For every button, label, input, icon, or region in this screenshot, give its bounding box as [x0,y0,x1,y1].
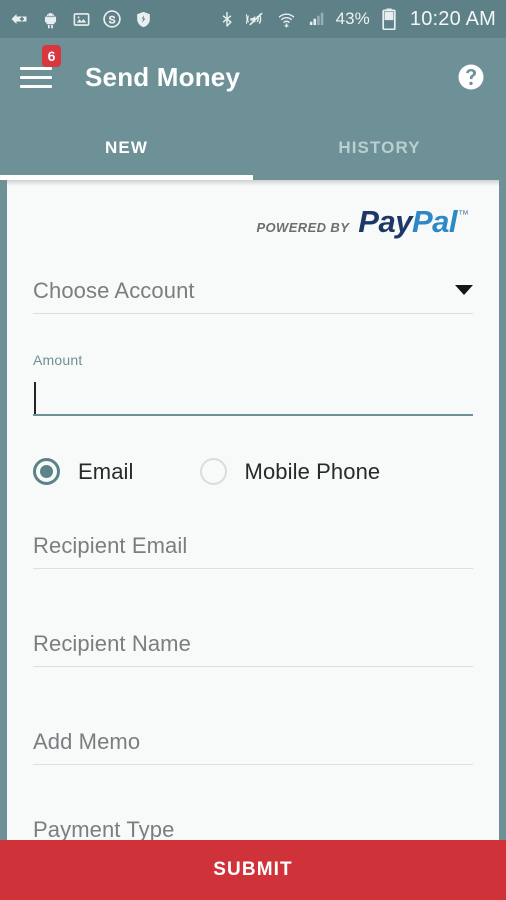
battery-percent-label: 43% [335,9,370,28]
payment-type-placeholder: Payment Type [33,817,175,840]
tab-bar: NEW HISTORY [0,116,506,180]
android-robot-icon [39,8,61,30]
status-bar-clock: 10:20 AM [409,7,496,30]
submit-button[interactable]: SUBMIT [0,840,506,900]
radio-email[interactable] [33,458,60,485]
recipient-name-field[interactable]: Recipient Name [33,631,473,667]
wifi-icon [276,8,298,30]
status-bar-left-icons [8,8,154,30]
status-bar-right-icons: 43% 10:20 AM [216,8,496,31]
paypal-logo-pay: Pay [358,204,412,239]
field-underline [33,764,473,765]
radio-email-label[interactable]: Email [78,459,134,485]
add-memo-placeholder: Add Memo [33,729,141,754]
recipient-email-field[interactable]: Recipient Email [33,533,473,569]
amount-float-label: Amount [33,352,83,368]
app-screen: 43% 10:20 AM 6 Send Money NEW HISTORY PO… [0,0,506,900]
field-underline-focused [33,414,473,416]
battery-icon [378,8,400,30]
form-content-area: POWERED BY Pay Pal ™ Choose Account Amount [0,180,506,840]
paypal-branding: POWERED BY Pay Pal ™ [33,180,473,240]
add-memo-field[interactable]: Add Memo [33,729,473,765]
amount-field[interactable]: Amount [33,352,473,416]
amount-input[interactable] [33,382,473,416]
choose-account-dropdown[interactable]: Choose Account [33,278,473,314]
paypal-logo-pal: Pal [411,204,458,239]
radio-mobile-phone[interactable] [199,458,227,485]
menu-notification-badge: 6 [42,45,61,67]
tab-history[interactable]: HISTORY [253,116,506,180]
hamburger-menu-button[interactable]: 6 [20,45,61,97]
shield-sync-icon [132,8,154,30]
field-underline [33,666,473,667]
skype-icon [101,8,123,30]
field-underline [33,313,473,314]
radio-mobile-phone-label[interactable]: Mobile Phone [245,459,381,485]
trademark-mark: ™ [458,209,469,221]
mute-vibrate-icon [245,8,268,30]
page-title: Send Money [85,61,241,92]
bluetooth-icon [216,8,238,30]
help-circle-icon[interactable] [456,62,486,92]
image-icon [70,8,92,30]
status-bar: 43% 10:20 AM [0,0,506,38]
cell-signal-icon [306,8,328,30]
choose-account-row: Choose Account [33,278,473,314]
text-cursor [34,382,36,414]
chevron-down-icon [455,285,473,295]
tab-new[interactable]: NEW [0,116,253,180]
choose-account-label: Choose Account [33,278,195,303]
app-bar: 6 Send Money [0,38,506,116]
recipient-name-placeholder: Recipient Name [33,631,191,656]
hamburger-line [20,84,52,88]
hamburger-line [20,75,52,79]
payment-type-field[interactable]: Payment Type [33,817,473,840]
field-underline [33,568,473,569]
back-plus-icon [8,8,30,30]
form-inner: POWERED BY Pay Pal ™ Choose Account Amount [7,180,499,840]
recipient-type-radio-group: Email Mobile Phone [33,458,473,485]
recipient-email-placeholder: Recipient Email [33,533,188,558]
powered-by-label: POWERED BY [256,220,350,235]
